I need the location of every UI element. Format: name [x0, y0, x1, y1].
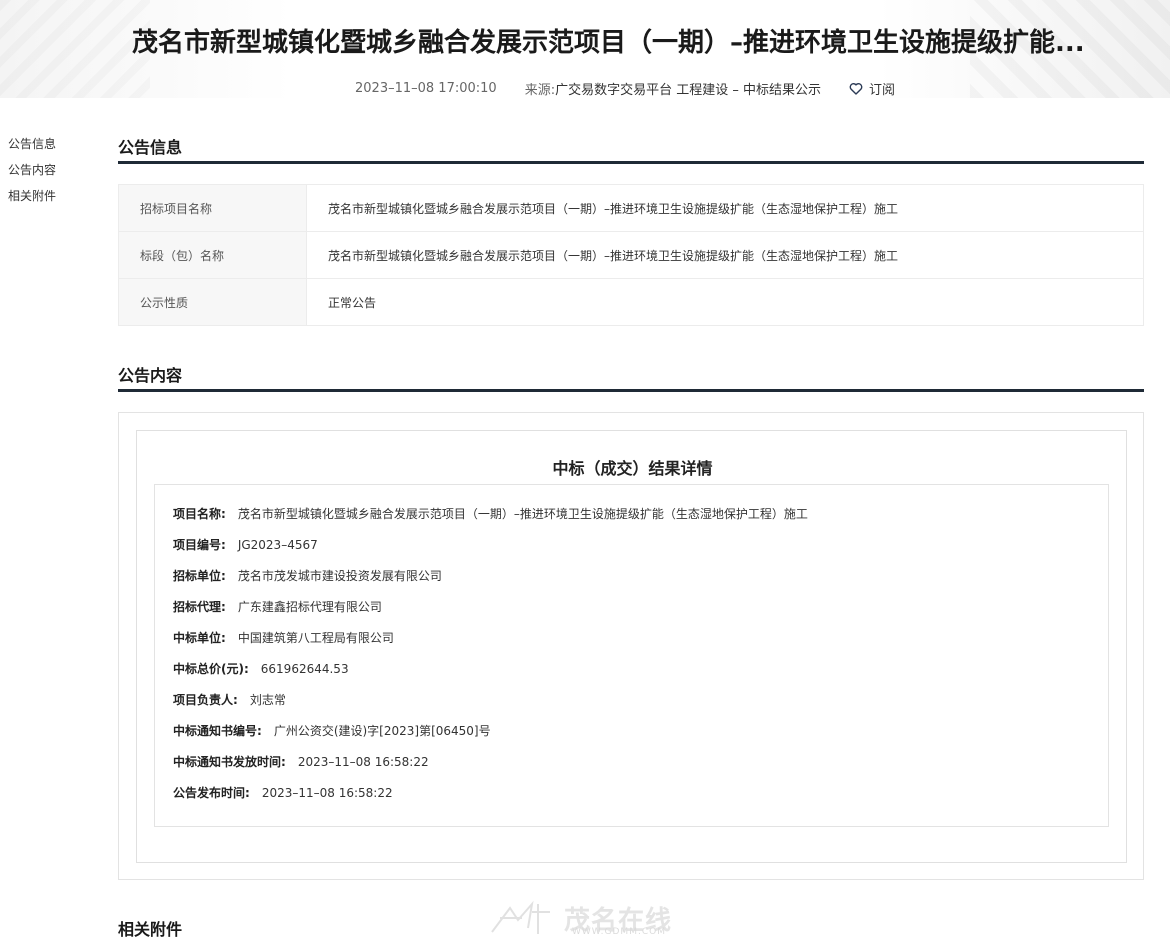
meta-bar: 2023–11–08 17:00:10 来源: 广交易数字交易平台 工程建设 –…: [355, 78, 895, 98]
field-project-name: 项目名称: 茂名市新型城镇化暨城乡融合发展示范项目（一期）–推进环境卫生设施提级扩…: [173, 505, 808, 522]
field-value: 刘志常: [249, 693, 286, 707]
field-tendering-unit: 招标单位: 茂名市茂发城市建设投资发展有限公司: [173, 567, 442, 584]
subscribe-label: 订阅: [868, 82, 895, 98]
field-notice-number: 中标通知书编号: 广州公资交(建设)字[2023]第[06450]号: [173, 722, 491, 739]
result-title: 中标（成交）结果详情: [552, 459, 713, 478]
source-label: 来源:: [524, 82, 556, 98]
watermark-url: WWW.GDMM.COM: [572, 927, 666, 937]
watermark: 茂名在线 WWW.GDMM.COM: [488, 896, 688, 940]
field-notice-issue-time: 中标通知书发放时间: 2023–11–08 16:58:22: [173, 753, 429, 770]
result-fields: 项目名称: 茂名市新型城镇化暨城乡融合发展示范项目（一期）–推进环境卫生设施提级扩…: [154, 484, 1109, 827]
page-title: 茂名市新型城镇化暨城乡融合发展示范项目（一期）–推进环境卫生设施提级扩能...: [132, 28, 1085, 58]
field-project-number: 项目编号: JG2023–4567: [173, 536, 318, 553]
field-value: JG2023–4567: [237, 538, 318, 552]
table-row: 公示性质 正常公告: [118, 278, 1144, 326]
row-value: 正常公告: [328, 295, 377, 310]
field-key: 招标代理:: [173, 600, 226, 614]
field-key: 项目名称:: [173, 507, 226, 521]
section-title-content: 公告内容: [118, 362, 1144, 392]
field-project-manager: 项目负责人: 刘志常: [173, 691, 286, 708]
field-tender-agent: 招标代理: 广东建鑫招标代理有限公司: [173, 598, 382, 615]
field-key: 招标单位:: [173, 569, 226, 583]
row-label: 公示性质: [118, 278, 307, 326]
side-nav-item-info[interactable]: 公告信息: [8, 137, 88, 163]
field-value: 661962644.53: [260, 662, 349, 676]
side-nav-item-content[interactable]: 公告内容: [8, 163, 88, 189]
field-value: 广州公资交(建设)字[2023]第[06450]号: [273, 724, 491, 738]
field-key: 中标通知书编号:: [173, 724, 262, 738]
field-key: 项目编号:: [173, 538, 226, 552]
heart-outline-icon: [849, 82, 863, 95]
announcement-page: 茂名市新型城镇化暨城乡融合发展示范项目（一期）–推进环境卫生设施提级扩能... …: [0, 0, 1170, 943]
field-total-price: 中标总价(元): 661962644.53: [173, 660, 349, 677]
field-key: 项目负责人:: [173, 693, 238, 707]
field-key: 中标总价(元):: [173, 662, 249, 676]
field-key: 中标通知书发放时间:: [173, 755, 286, 769]
field-key: 中标单位:: [173, 631, 226, 645]
field-value: 茂名市茂发城市建设投资发展有限公司: [237, 569, 442, 583]
star-logo-icon: [491, 900, 550, 934]
field-value: 茂名市新型城镇化暨城乡融合发展示范项目（一期）–推进环境卫生设施提级扩能（生态湿…: [237, 507, 808, 521]
row-value: 茂名市新型城镇化暨城乡融合发展示范项目（一期）–推进环境卫生设施提级扩能（生态湿…: [328, 201, 899, 216]
field-value: 2023–11–08 16:58:22: [261, 786, 393, 800]
content-panel: 中标（成交）结果详情 项目名称: 茂名市新型城镇化暨城乡融合发展示范项目（一期）–…: [118, 412, 1144, 880]
field-key: 公告发布时间:: [173, 786, 250, 800]
field-value: 中国建筑第八工程局有限公司: [237, 631, 394, 645]
table-row: 招标项目名称 茂名市新型城镇化暨城乡融合发展示范项目（一期）–推进环境卫生设施提…: [118, 184, 1144, 232]
section-title-info: 公告信息: [118, 134, 1144, 164]
field-winning-unit: 中标单位: 中国建筑第八工程局有限公司: [173, 629, 394, 646]
row-label: 招标项目名称: [118, 184, 307, 232]
field-value: 2023–11–08 16:58:22: [297, 755, 429, 769]
field-publish-time: 公告发布时间: 2023–11–08 16:58:22: [173, 784, 393, 801]
publish-datetime: 2023–11–08 17:00:10: [355, 80, 497, 96]
source-text: 广交易数字交易平台 工程建设 – 中标结果公示: [555, 82, 821, 98]
result-card: 中标（成交）结果详情 项目名称: 茂名市新型城镇化暨城乡融合发展示范项目（一期）–…: [136, 430, 1127, 863]
table-row: 标段（包）名称 茂名市新型城镇化暨城乡融合发展示范项目（一期）–推进环境卫生设施…: [118, 231, 1144, 279]
row-value: 茂名市新型城镇化暨城乡融合发展示范项目（一期）–推进环境卫生设施提级扩能（生态湿…: [328, 248, 899, 263]
side-nav-item-attachments[interactable]: 相关附件: [8, 189, 88, 215]
subscribe-button[interactable]: 订阅: [849, 79, 895, 98]
side-nav: 公告信息 公告内容 相关附件: [8, 137, 88, 215]
row-label: 标段（包）名称: [118, 231, 307, 279]
field-value: 广东建鑫招标代理有限公司: [237, 600, 382, 614]
info-table: 招标项目名称 茂名市新型城镇化暨城乡融合发展示范项目（一期）–推进环境卫生设施提…: [118, 184, 1144, 326]
